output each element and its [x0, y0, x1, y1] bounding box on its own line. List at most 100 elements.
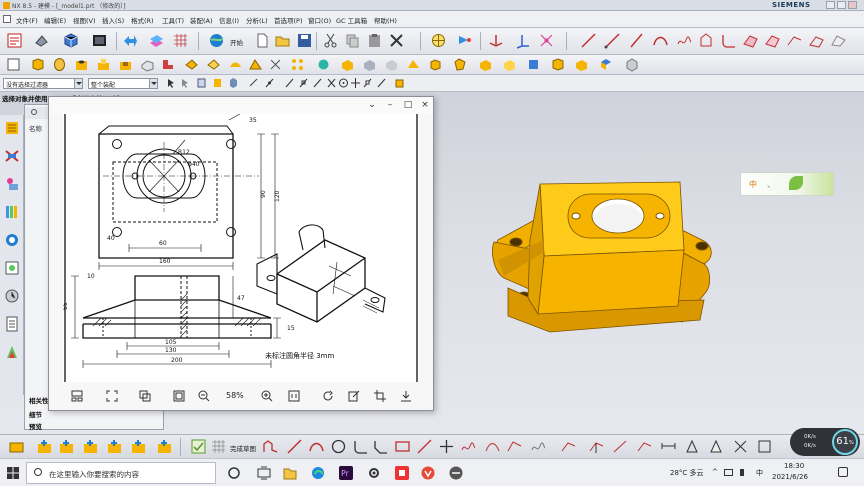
wcs-icon[interactable] [488, 32, 505, 49]
type-filter-dropdown[interactable]: 没有选择过滤器 [3, 78, 83, 89]
sketch-fillet-icon[interactable] [352, 438, 369, 455]
sketch-select-icon[interactable] [156, 438, 173, 455]
line-icon[interactable] [580, 32, 597, 49]
offset-icon[interactable] [506, 438, 523, 455]
download-icon[interactable] [399, 389, 413, 403]
quick-trim-icon[interactable] [588, 438, 605, 455]
history-icon[interactable] [4, 259, 20, 277]
thumbnails-icon[interactable] [70, 389, 84, 403]
orient-view-icon[interactable] [33, 32, 50, 49]
input-language[interactable]: 中 [756, 468, 763, 478]
scale-body-icon[interactable] [574, 57, 589, 72]
menu-format[interactable]: 格式(R) [131, 15, 154, 25]
start-menu-label[interactable]: 开始 [230, 37, 243, 47]
edge-browser-icon[interactable] [310, 465, 326, 481]
notification-icon[interactable] [838, 467, 848, 477]
unite-icon[interactable] [160, 57, 175, 72]
sketch-icon[interactable] [6, 57, 21, 72]
network-speed-gauge[interactable]: 0K/s 0K/s 61% [790, 428, 860, 456]
edit-icon[interactable] [347, 389, 361, 403]
reuse-library-icon[interactable] [4, 203, 20, 221]
section-preview[interactable]: 预览 [29, 421, 42, 431]
sketch-edit-icon[interactable] [58, 438, 75, 455]
minimize-icon[interactable]: – [385, 100, 395, 110]
face-rule-icon[interactable] [212, 77, 223, 89]
menu-edit[interactable]: 编辑(E) [44, 15, 66, 25]
control-point-icon[interactable] [312, 77, 323, 89]
sew-icon[interactable] [526, 57, 541, 72]
close-button[interactable] [848, 1, 857, 9]
sketch-line-icon[interactable] [286, 438, 303, 455]
auto-constrain-icon[interactable] [708, 438, 725, 455]
thread-icon[interactable] [428, 57, 443, 72]
boss-icon[interactable] [96, 57, 111, 72]
premiere-icon[interactable]: Pr [338, 465, 354, 481]
rotate-icon[interactable] [321, 389, 335, 403]
sketch-grid-icon[interactable] [210, 438, 227, 455]
shell-icon[interactable] [268, 57, 283, 72]
sketch-chamfer-icon[interactable] [372, 438, 389, 455]
curve-icon[interactable] [676, 32, 693, 49]
menu-view[interactable]: 视图(V) [73, 15, 96, 25]
system-materials-icon[interactable] [4, 287, 20, 305]
scope-dropdown[interactable]: 整个装配 [88, 78, 158, 89]
offset-curve-icon[interactable] [698, 32, 715, 49]
mirror-curve-icon[interactable] [560, 438, 577, 455]
point-on-face-icon[interactable] [376, 77, 387, 89]
viewer-title-bar[interactable]: ⌄ – □ × [49, 97, 433, 114]
select-all-icon[interactable] [166, 77, 177, 89]
menu-information[interactable]: 信息(I) [219, 15, 239, 25]
menu-insert[interactable]: 插入(S) [102, 15, 124, 25]
offset-face-icon[interactable] [340, 57, 355, 72]
rectangle-icon[interactable] [394, 438, 411, 455]
emboss-icon[interactable] [452, 57, 467, 72]
quadrant-point-icon[interactable] [350, 77, 361, 89]
chamfer-feature-icon[interactable] [248, 57, 263, 72]
actual-size-icon[interactable] [287, 389, 301, 403]
split-body-icon[interactable] [384, 57, 399, 72]
sketch-settings-icon[interactable] [756, 438, 773, 455]
3d-part-model[interactable] [488, 176, 724, 336]
constraint-navigator-icon[interactable] [4, 147, 20, 165]
windows-start-icon[interactable] [6, 466, 20, 480]
clock-date[interactable]: 2021/6/26 [772, 473, 808, 481]
section-details[interactable]: 细节 [29, 409, 42, 419]
menu-file[interactable]: 文件(F) [16, 15, 38, 25]
line-2-icon[interactable] [604, 32, 621, 49]
trim-curve-icon[interactable] [830, 32, 847, 49]
move-object-icon[interactable] [122, 32, 139, 49]
general-selection-intent-icon[interactable] [196, 77, 207, 89]
pattern-curve-icon[interactable] [530, 438, 547, 455]
menu-gc-toolkit[interactable]: GC 工具箱 [336, 15, 367, 25]
mirror-icon[interactable] [316, 57, 331, 72]
taskbar-search-input[interactable]: 在这里输入你要搜索的内容 [26, 462, 216, 484]
sketch-delete-icon[interactable] [130, 438, 147, 455]
close-icon[interactable]: × [420, 100, 430, 110]
quick-extend-icon[interactable] [612, 438, 629, 455]
minimize-button[interactable] [826, 1, 835, 9]
replace-face-icon[interactable] [478, 57, 493, 72]
network-icon[interactable] [724, 469, 733, 476]
nx-app-icon[interactable] [448, 465, 464, 481]
settings-gear-icon[interactable] [366, 465, 382, 481]
wps-icon[interactable] [420, 465, 436, 481]
restore-button[interactable] [837, 1, 846, 9]
start-globe-icon[interactable] [208, 32, 225, 49]
finish-sketch-icon[interactable] [190, 438, 207, 455]
shaded-cube-icon[interactable] [62, 32, 79, 49]
assembly-navigator-icon[interactable] [4, 119, 20, 137]
intersect-icon[interactable] [206, 57, 221, 72]
input-method-widget[interactable]: 中 、 [740, 172, 834, 196]
project-curve-icon[interactable] [764, 32, 781, 49]
deselect-icon[interactable] [180, 77, 191, 89]
tray-chevron-icon[interactable]: ^ [712, 468, 718, 476]
layer-settings-icon[interactable] [148, 32, 165, 49]
patch-icon[interactable] [502, 57, 517, 72]
menu-tools[interactable]: 工具(T) [162, 15, 184, 25]
arc-icon[interactable] [652, 32, 669, 49]
snap-view-icon[interactable] [430, 32, 447, 49]
weather-widget[interactable]: 28°C 多云 [670, 468, 704, 478]
chamfer-icon[interactable] [742, 32, 759, 49]
join-curve-icon[interactable] [808, 32, 825, 49]
revolve-icon[interactable] [52, 57, 67, 72]
